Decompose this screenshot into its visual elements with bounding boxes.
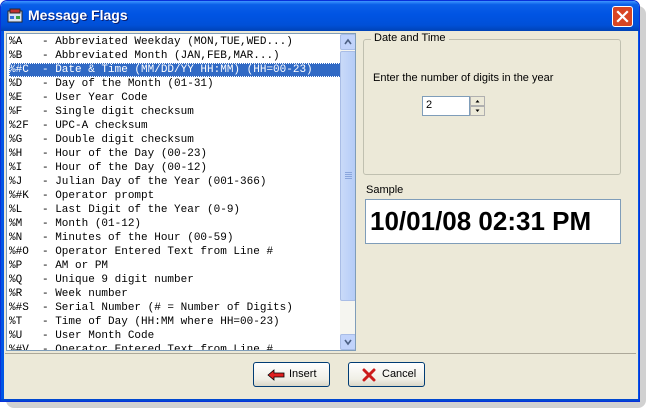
scroll-down-button[interactable] <box>340 334 355 350</box>
digits-prompt: Enter the number of digits in the year <box>373 72 554 84</box>
list-item[interactable]: %T - Time of Day (HH:MM where HH=00-23) <box>9 315 341 329</box>
list-item[interactable]: %N - Minutes of the Hour (00-59) <box>9 231 341 245</box>
list-item[interactable]: %R - Week number <box>9 287 341 301</box>
list-item[interactable]: %H - Hour of the Day (00-23) <box>9 147 341 161</box>
list-item[interactable]: %E - User Year Code <box>9 91 341 105</box>
list-item[interactable]: %#S - Serial Number (# = Number of Digit… <box>9 301 341 315</box>
list-item[interactable]: %D - Day of the Month (01-31) <box>9 77 341 91</box>
scroll-thumb[interactable] <box>340 51 355 301</box>
list-item[interactable]: %#O - Operator Entered Text from Line # <box>9 245 341 259</box>
list-item[interactable]: %2F - UPC-A checksum <box>9 119 341 133</box>
list-item[interactable]: %U - User Month Code <box>9 329 341 343</box>
footer-divider <box>5 353 636 354</box>
vertical-scrollbar[interactable] <box>340 34 355 350</box>
close-icon <box>616 10 629 23</box>
chevron-up-icon <box>344 38 352 45</box>
list-item[interactable]: %Q - Unique 9 digit number <box>9 273 341 287</box>
scroll-up-button[interactable] <box>340 34 355 50</box>
list-item[interactable]: %F - Single digit checksum <box>9 105 341 119</box>
spin-up-button[interactable] <box>470 96 485 106</box>
list-item[interactable]: %G - Double digit checksum <box>9 133 341 147</box>
sample-text: 10/01/08 02:31 PM <box>370 206 592 236</box>
window-border-left <box>1 31 4 401</box>
insert-button[interactable]: Insert <box>253 362 330 387</box>
app-icon <box>7 8 23 23</box>
cancel-button[interactable]: Cancel <box>348 362 425 387</box>
spin-down-icon <box>475 109 480 112</box>
sample-label: Sample <box>366 184 404 196</box>
chevron-down-icon <box>344 339 352 346</box>
date-time-legend: Date and Time <box>371 32 449 44</box>
year-digits-input[interactable]: 2 <box>422 96 470 116</box>
list-item[interactable]: %B - Abbreviated Month (JAN,FEB,MAR...) <box>9 49 341 63</box>
spin-down-button[interactable] <box>470 106 485 116</box>
title-bar[interactable]: Message Flags <box>1 1 639 31</box>
list-item[interactable]: %#V - Operator Entered Text from Line # <box>9 343 341 350</box>
list-item[interactable]: %A - Abbreviated Weekday (MON,TUE,WED...… <box>9 35 341 49</box>
list-item[interactable]: %I - Hour of the Day (00-12) <box>9 161 341 175</box>
window-border-right <box>638 31 639 401</box>
cancel-label: Cancel <box>382 368 417 380</box>
message-flags-dialog: Message Flags %A - Abbreviated Weekday (… <box>0 0 640 402</box>
list-item[interactable]: %L - Last Digit of the Year (0-9) <box>9 203 341 217</box>
list-item[interactable]: %#K - Operator prompt <box>9 189 341 203</box>
sample-preview: 10/01/08 02:31 PM <box>365 199 621 244</box>
spin-up-icon <box>475 100 480 103</box>
list-item[interactable]: %#C - Date & Time (MM/DD/YY HH:MM) (HH=0… <box>9 63 341 77</box>
list-item[interactable]: %J - Julian Day of the Year (001-366) <box>9 175 341 189</box>
date-time-groupbox <box>363 39 621 175</box>
flags-listbox[interactable]: %A - Abbreviated Weekday (MON,TUE,WED...… <box>6 33 356 351</box>
arrow-left-icon <box>267 369 285 381</box>
list-item[interactable]: %P - AM or PM <box>9 259 341 273</box>
close-button[interactable] <box>612 6 633 27</box>
red-x-icon <box>362 368 376 382</box>
list-item[interactable]: %M - Month (01-12) <box>9 217 341 231</box>
insert-label: Insert <box>289 368 317 380</box>
window-border-bottom <box>1 399 639 401</box>
window-title: Message Flags <box>28 7 128 23</box>
